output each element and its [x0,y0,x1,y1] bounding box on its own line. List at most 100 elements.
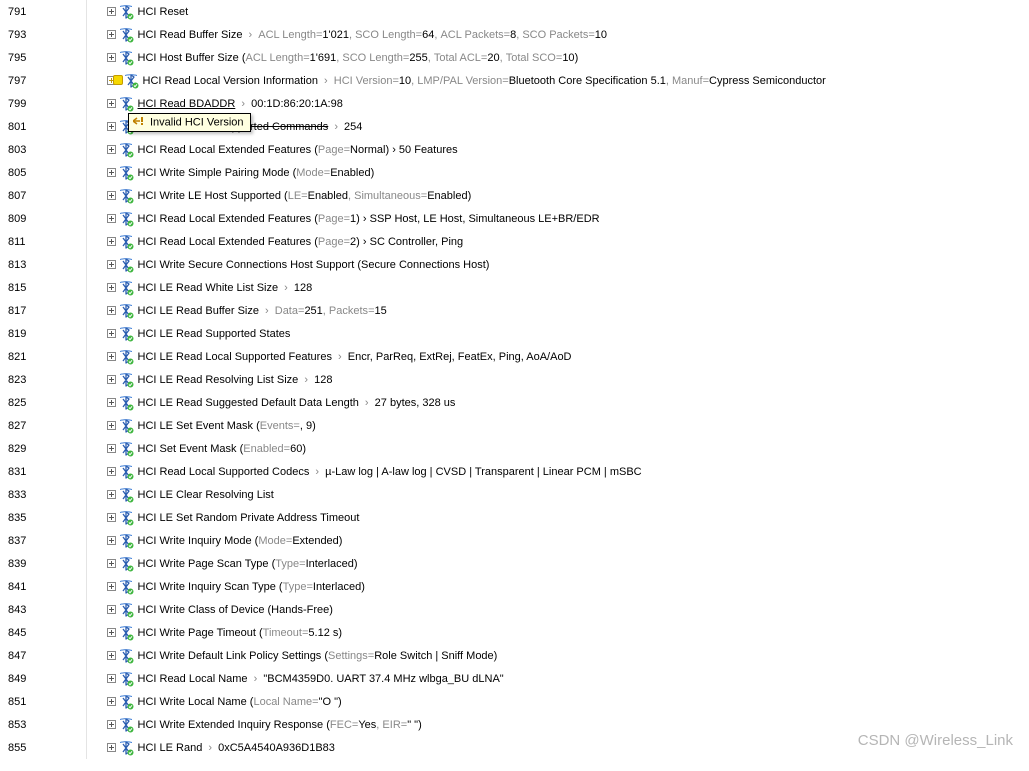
expand-icon[interactable] [107,352,116,361]
trace-row[interactable]: 839HCI Write Page Scan Type (Type=Interl… [0,552,1029,575]
param-key: Total SCO [506,52,556,64]
param-key: ACL Length [258,29,316,41]
expand-icon[interactable] [107,7,116,16]
expand-icon[interactable] [107,398,116,407]
expand-icon[interactable] [107,674,116,683]
frame-number: 799 [0,92,86,115]
frame-number: 803 [0,138,86,161]
expand-icon[interactable] [107,260,116,269]
trace-row[interactable]: 819HCI LE Read Supported States [0,322,1029,345]
trace-row[interactable]: 843HCI Write Class of Device (Hands-Free… [0,598,1029,621]
trace-row[interactable]: 817HCI LE Read Buffer Size › Data=251, P… [0,299,1029,322]
expand-icon[interactable] [107,444,116,453]
expand-icon[interactable] [107,375,116,384]
packet-title: HCI LE Set Random Private Address Timeou… [138,512,360,524]
trace-row[interactable]: 811HCI Read Local Extended Features (Pag… [0,230,1029,253]
trace-row[interactable]: 809HCI Read Local Extended Features (Pag… [0,207,1029,230]
bluetooth-packet-icon [118,211,134,227]
param-key: Simultaneous [354,190,421,202]
frame-number: 839 [0,552,86,575]
param-value: 255 [409,52,427,64]
expand-icon[interactable] [107,237,116,246]
bluetooth-packet-icon [118,579,134,595]
trace-row[interactable]: 855HCI LE Rand › 0xC5A4540A936D1B83 [0,736,1029,759]
trace-row[interactable]: 847HCI Write Default Link Policy Setting… [0,644,1029,667]
trace-row[interactable]: 813HCI Write Secure Connections Host Sup… [0,253,1029,276]
expand-icon[interactable] [107,329,116,338]
frame-summary: HCI LE Read Suggested Default Data Lengt… [86,391,1029,414]
bluetooth-packet-icon [118,625,134,641]
packet-title: HCI Host Buffer Size [138,52,239,64]
expand-icon[interactable] [107,214,116,223]
trace-row[interactable]: 827HCI LE Set Event Mask (Events=, 9) [0,414,1029,437]
param-key: LMP/PAL Version [417,75,502,87]
trace-row[interactable]: 805HCI Write Simple Pairing Mode (Mode=E… [0,161,1029,184]
trace-row[interactable]: 825HCI LE Read Suggested Default Data Le… [0,391,1029,414]
trace-row[interactable]: 795HCI Host Buffer Size (ACL Length=1'69… [0,46,1029,69]
trace-row[interactable]: 821HCI LE Read Local Supported Features … [0,345,1029,368]
param-value: 1'021 [322,29,349,41]
trace-row[interactable]: 849HCI Read Local Name › "BCM4359D0. UAR… [0,667,1029,690]
param-key: ACL Length [246,52,304,64]
expand-icon[interactable] [107,536,116,545]
expand-icon[interactable] [107,513,116,522]
expand-icon[interactable] [107,490,116,499]
trace-row[interactable]: 815HCI LE Read White List Size › 128 [0,276,1029,299]
expand-icon[interactable] [107,53,116,62]
packet-title: HCI Write Page Timeout [138,627,256,639]
trace-row[interactable]: 793HCI Read Buffer Size › ACL Length=1'0… [0,23,1029,46]
expand-icon[interactable] [107,697,116,706]
packet-title: HCI LE Read Supported States [138,328,291,340]
param-key: Type [275,558,299,570]
expand-icon[interactable] [107,30,116,39]
trace-row[interactable]: 803HCI Read Local Extended Features (Pag… [0,138,1029,161]
param-key: Timeout [263,627,302,639]
trace-row[interactable]: 797HCI Read Local Version Information › … [0,69,1029,92]
frame-summary: HCI Write Simple Pairing Mode (Mode=Enab… [86,161,1029,184]
expand-icon[interactable] [107,582,116,591]
trace-row[interactable]: 807HCI Write LE Host Supported (LE=Enabl… [0,184,1029,207]
trace-row[interactable]: 835HCI LE Set Random Private Address Tim… [0,506,1029,529]
trace-row[interactable]: 837HCI Write Inquiry Mode (Mode=Extended… [0,529,1029,552]
trace-row[interactable]: 841HCI Write Inquiry Scan Type (Type=Int… [0,575,1029,598]
expand-icon[interactable] [107,743,116,752]
expand-icon[interactable] [107,467,116,476]
frame-summary: HCI LE Set Event Mask (Events=, 9) [86,414,1029,437]
trace-row[interactable]: 799HCI Read BDADDR › 00:1D:86:20:1A:98 [0,92,1029,115]
trace-row[interactable]: 851HCI Write Local Name (Local Name="O "… [0,690,1029,713]
frame-number: 849 [0,667,86,690]
trace-row[interactable]: 791HCI Reset [0,0,1029,23]
trace-row[interactable]: 853HCI Write Extended Inquiry Response (… [0,713,1029,736]
packet-title: HCI Write LE Host Supported [138,190,281,202]
frame-number: 821 [0,345,86,368]
bluetooth-packet-icon [118,257,134,273]
packet-title: HCI LE Read Buffer Size [138,305,259,317]
trace-row[interactable]: 831HCI Read Local Supported Codecs › µ-L… [0,460,1029,483]
expand-icon[interactable] [107,720,116,729]
frame-number: 797 [0,69,86,92]
expand-icon[interactable] [107,122,116,131]
expand-icon[interactable] [107,605,116,614]
expand-icon[interactable] [107,306,116,315]
expand-icon[interactable] [107,421,116,430]
expand-icon[interactable] [107,99,116,108]
trace-row[interactable]: 829HCI Set Event Mask (Enabled=60) [0,437,1029,460]
expand-icon[interactable] [107,168,116,177]
trace-row[interactable]: 833HCI LE Clear Resolving List [0,483,1029,506]
param-value: 128 [314,374,332,386]
expand-icon[interactable] [107,628,116,637]
frame-number: 815 [0,276,86,299]
expand-icon[interactable] [107,283,116,292]
param-value: 00:1D:86:20:1A:98 [251,98,343,110]
expand-icon[interactable] [107,145,116,154]
param-value: 27 bytes, 328 us [375,397,456,409]
expand-icon[interactable] [107,191,116,200]
expand-icon[interactable] [107,651,116,660]
frame-number: 817 [0,299,86,322]
trace-row[interactable]: 845HCI Write Page Timeout (Timeout=5.12 … [0,621,1029,644]
trace-row[interactable]: 823HCI LE Read Resolving List Size › 128 [0,368,1029,391]
param-value: Yes [358,719,376,731]
expand-icon[interactable] [107,559,116,568]
bluetooth-packet-icon [118,487,134,503]
separator-icon: › [359,397,375,409]
